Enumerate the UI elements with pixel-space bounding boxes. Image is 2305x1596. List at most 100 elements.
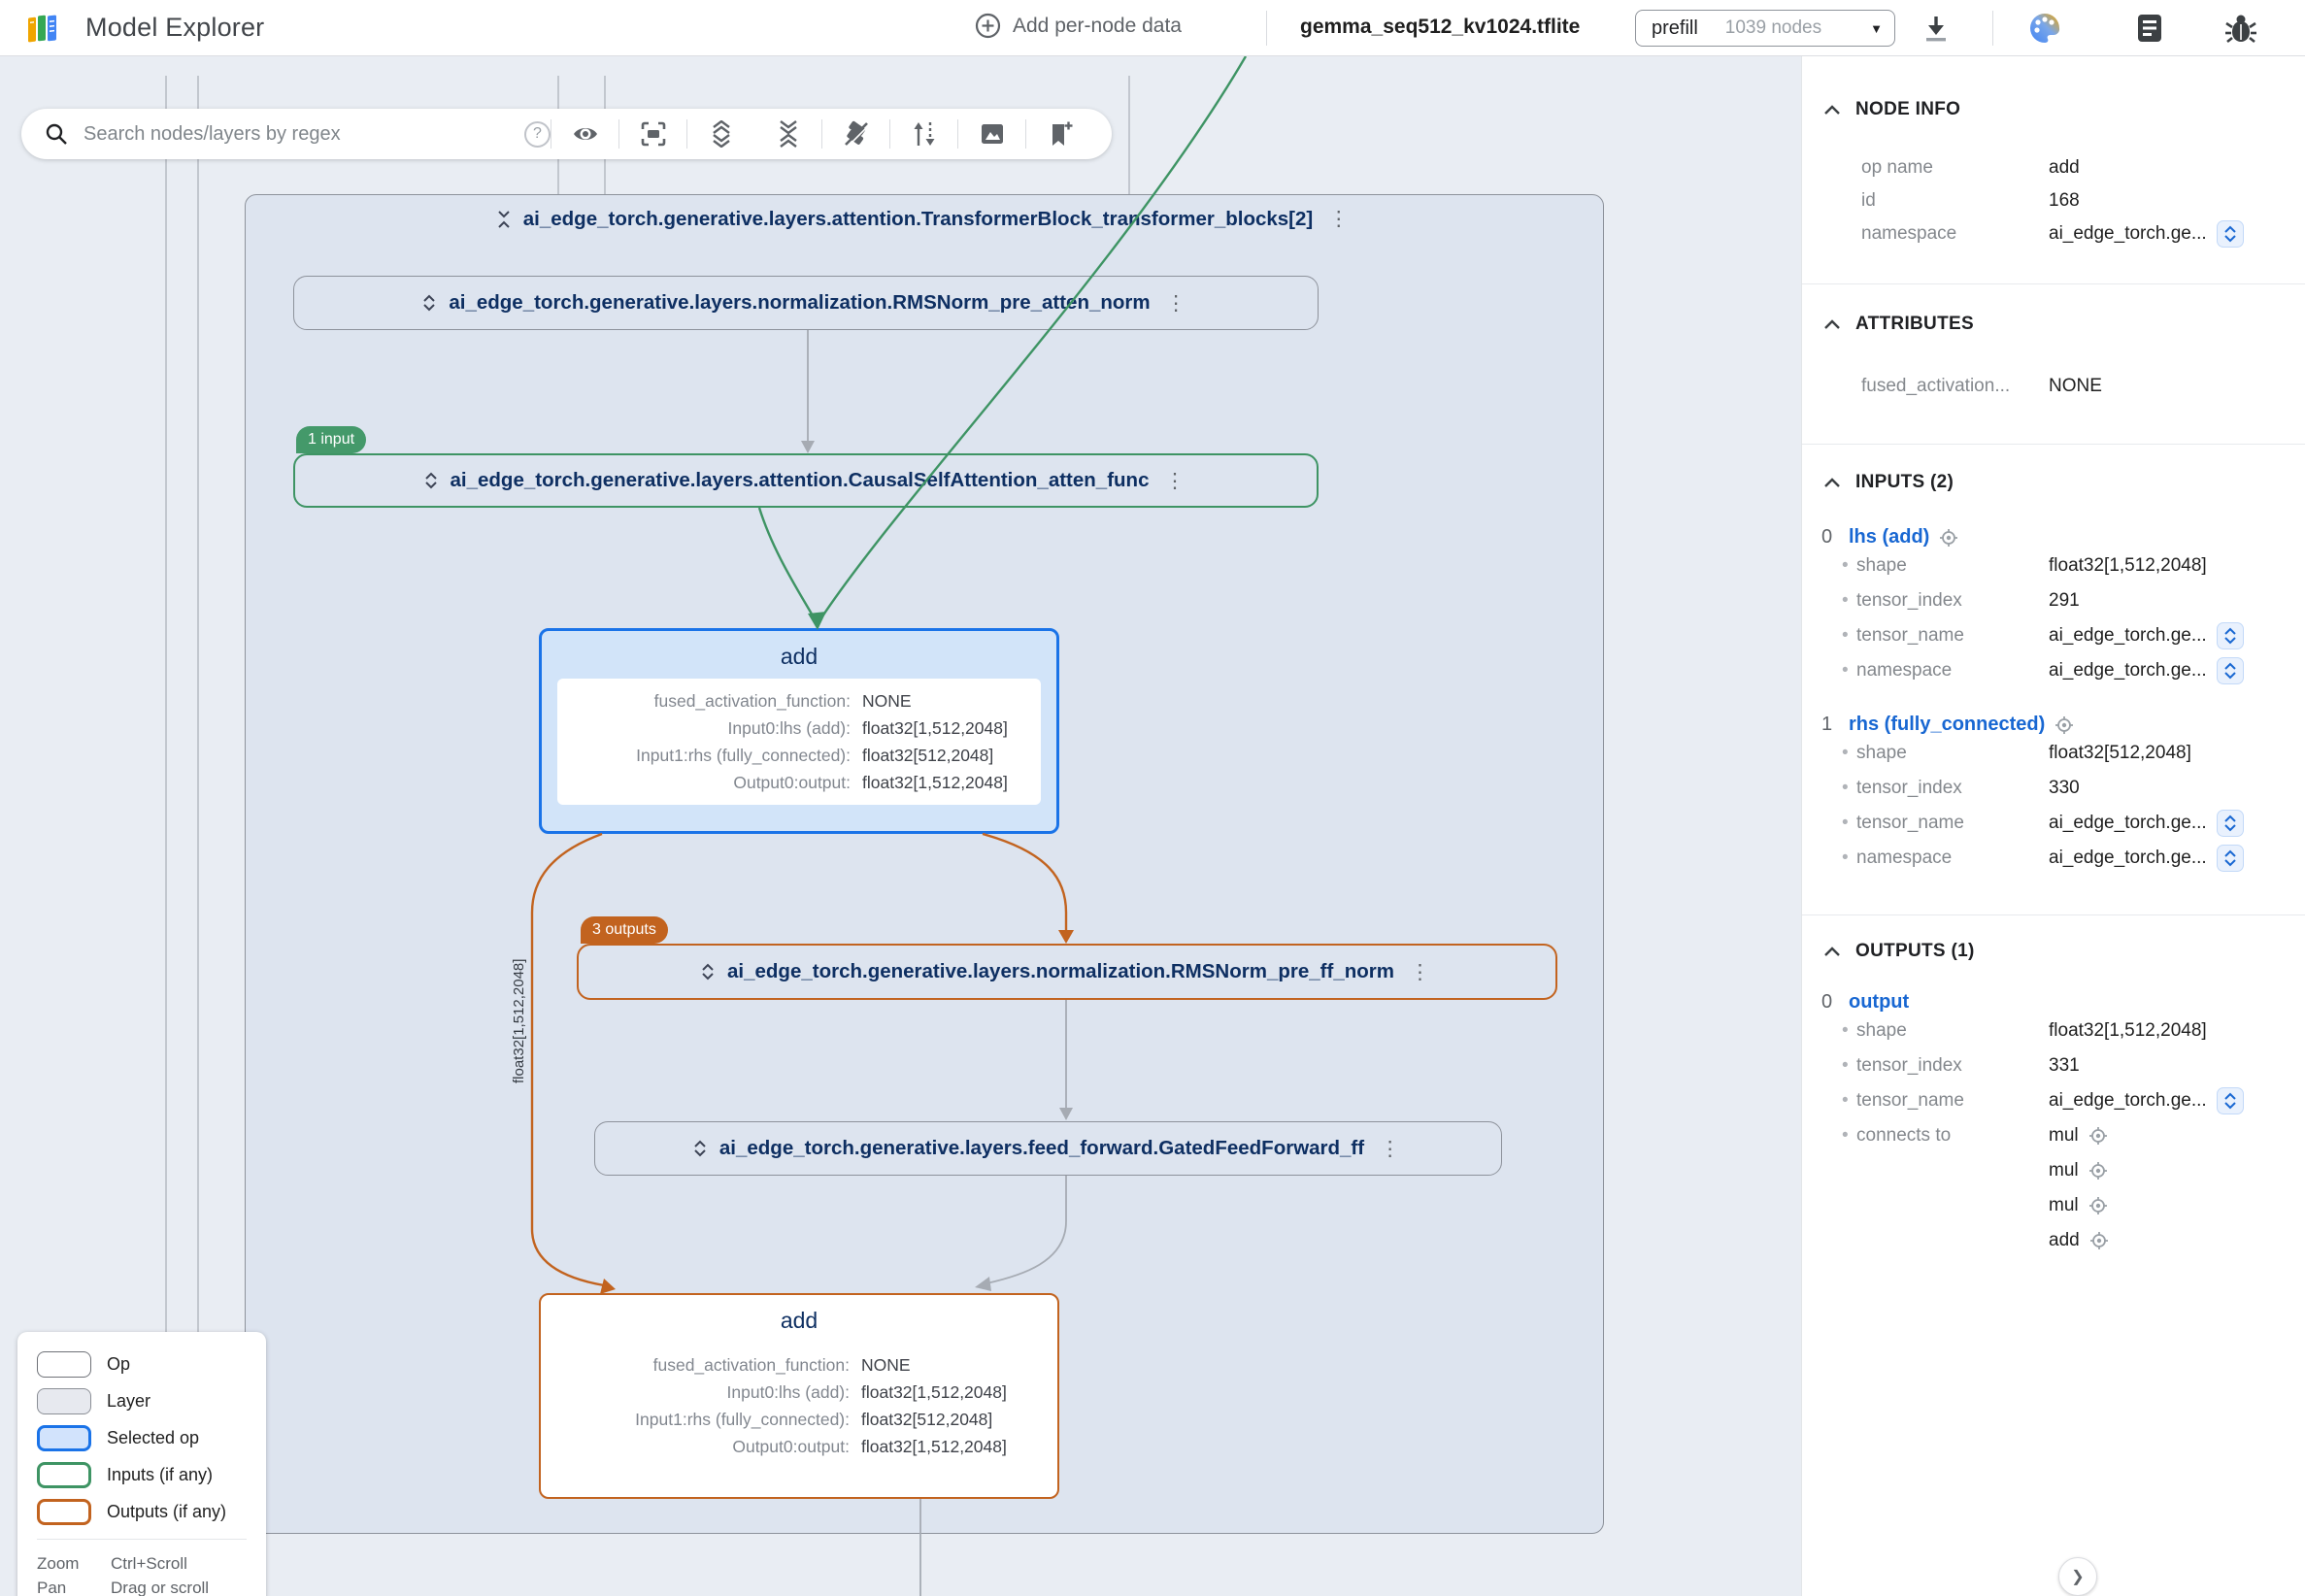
expand-text-button[interactable] [2217,220,2244,248]
op-node-add-selected[interactable]: add fused_activation_function:NONE Input… [539,628,1059,834]
more-options-icon[interactable]: ⋮ [1324,207,1353,231]
input-name-link[interactable]: rhs (fully_connected) [1849,714,2045,736]
field-label: tensor_name [1856,1083,2049,1118]
expand-text-button[interactable] [2217,657,2244,684]
field-row: •tensor_name ai_edge_torch.ge... [1802,806,2305,841]
node-title: ai_edge_torch.generative.layers.attentio… [451,469,1150,492]
op-attr-box: fused_activation_function:NONE Input0:lh… [556,1343,1042,1469]
expand-text-button[interactable] [2217,810,2244,837]
attr-value: float32[512,2048] [862,742,993,769]
export-image-button[interactable] [958,109,1025,159]
chevron-right-icon: ❯ [2071,1567,2084,1586]
input-item-header: 1 rhs (fully_connected) [1802,714,2305,736]
visibility-button[interactable] [551,109,618,159]
info-label: op name [1861,151,2049,184]
app-title: Model Explorer [85,13,264,43]
op-node-add-bottom[interactable]: add fused_activation_function:NONE Input… [539,1293,1059,1499]
locate-node-icon[interactable] [2088,1196,2108,1215]
legend-label: Outputs (if any) [107,1502,226,1522]
layer-node-causal-self-attention[interactable]: ai_edge_torch.generative.layers.attentio… [293,453,1319,508]
output-index: 0 [1821,991,1839,1014]
output-name-link[interactable]: output [1849,991,1909,1014]
locate-node-icon[interactable] [2054,715,2074,735]
canvas-toolbar: ? [21,109,1112,159]
locate-node-icon[interactable] [1939,528,1958,548]
graph-name: prefill [1652,17,1698,40]
search-input[interactable] [84,123,509,146]
section-header-outputs[interactable]: OUTPUTS (1) [1802,915,2305,962]
section-header-inputs[interactable]: INPUTS (2) [1802,445,2305,493]
attr-label: Input0:lhs (add): [569,715,851,742]
collapse-all-layers-button[interactable] [754,109,821,159]
layer-node-gated-feed-forward[interactable]: ai_edge_torch.generative.layers.feed_for… [594,1121,1502,1176]
expand-all-layers-button[interactable] [687,109,754,159]
more-options-icon[interactable]: ⋮ [1162,291,1190,316]
node-title: ai_edge_torch.generative.layers.normaliz… [449,291,1150,315]
attr-label: Input1:rhs (fully_connected): [569,742,851,769]
fit-screen-icon [640,120,667,148]
legend-label: Selected op [107,1428,199,1448]
search-icon [45,122,68,146]
legend-divider [37,1539,247,1540]
flatten-layers-button[interactable] [822,109,889,159]
search-help-icon[interactable]: ? [524,121,551,148]
attribute-value: NONE [2049,370,2102,403]
section-title: ATTRIBUTES [1855,314,1974,335]
bookmark-add-button[interactable] [1026,109,1093,159]
attr-value: float32[1,512,2048] [862,715,1008,742]
chevron-up-icon [1823,947,1841,957]
field-label: shape [1856,1014,2049,1048]
expand-text-button[interactable] [2217,845,2244,872]
input-index: 0 [1821,526,1839,549]
graph-canvas[interactable]: ai_edge_torch.generative.layers.attentio… [0,56,1801,1596]
layer-node-rmsnorm-pre-ff-norm[interactable]: ai_edge_torch.generative.layers.normaliz… [577,944,1557,1000]
expand-layer-icon[interactable] [421,293,437,313]
input-name-link[interactable]: lhs (add) [1849,526,1929,549]
expand-text-button[interactable] [2217,622,2244,649]
locate-node-icon[interactable] [2089,1231,2109,1250]
field-value: ai_edge_torch.ge... [2049,841,2207,876]
op-title: add [542,644,1056,670]
legend-help-value: Drag or scroll [111,1576,209,1596]
more-options-icon[interactable]: ⋮ [1376,1137,1404,1161]
section-header-node-info[interactable]: NODE INFO [1802,56,2305,120]
locate-node-icon[interactable] [2088,1126,2108,1146]
documentation-button[interactable] [2132,11,2167,46]
trace-inputs-outputs-button[interactable] [890,109,957,159]
output-item-header: 0 output [1802,991,2305,1014]
expand-layer-icon[interactable] [700,962,716,981]
layer-node-rmsnorm-pre-atten-norm[interactable]: ai_edge_torch.generative.layers.normaliz… [293,276,1319,330]
model-file-name: gemma_seq512_kv1024.tflite [1300,16,1580,39]
download-graph-button[interactable] [1919,11,1954,46]
connects-to-node: mul [2049,1153,2079,1188]
expand-layer-icon[interactable] [423,471,439,490]
section-header-attributes[interactable]: ATTRIBUTES [1802,284,2305,335]
field-value: ai_edge_torch.ge... [2049,653,2207,688]
more-options-icon[interactable]: ⋮ [1160,469,1188,493]
fit-to-screen-button[interactable] [619,109,686,159]
report-bug-button[interactable] [2223,11,2258,46]
more-options-icon[interactable]: ⋮ [1406,960,1434,984]
field-label: tensor_index [1856,771,2049,806]
graph-node-count: 1039 nodes [1725,17,1821,39]
attr-value: float32[1,512,2048] [861,1379,1007,1406]
expand-layer-icon[interactable] [692,1139,708,1158]
field-label: shape [1856,549,2049,583]
outputs-count-badge[interactable]: 3 outputs [581,916,668,944]
graph-legend: Op Layer Selected op Inputs (if any) Out… [17,1332,266,1596]
add-per-node-data-button[interactable]: Add per-node data [975,13,1182,39]
input-index: 1 [1821,714,1839,736]
theme-palette-button[interactable] [2027,11,2062,46]
node-title: ai_edge_torch.generative.layers.normaliz… [727,960,1394,983]
attribute-label: fused_activation... [1861,370,2049,403]
attr-label: Input1:rhs (fully_connected): [568,1406,850,1433]
panel-expand-button[interactable]: ❯ [2058,1557,2097,1596]
inputs-count-badge[interactable]: 1 input [296,426,366,453]
graph-selector-dropdown[interactable]: prefill 1039 nodes ▼ [1635,10,1895,47]
field-row: •shapefloat32[1,512,2048] [1802,1014,2305,1048]
field-label: connects to [1856,1118,2049,1258]
expand-text-button[interactable] [2217,1087,2244,1114]
locate-node-icon[interactable] [2088,1161,2108,1180]
collapse-layer-icon[interactable] [496,210,512,229]
chevron-up-icon [1823,105,1841,116]
